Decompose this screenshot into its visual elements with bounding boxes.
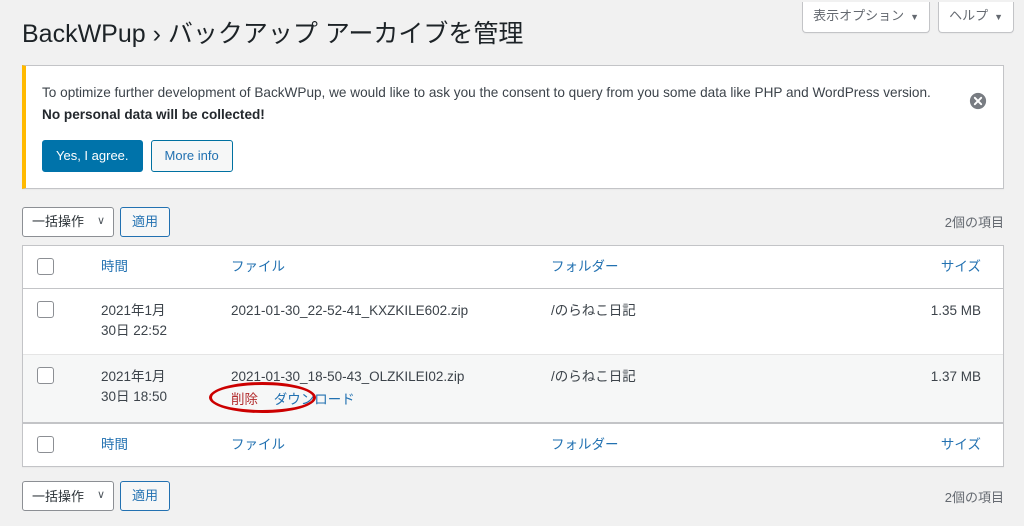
row-file-name: 2021-01-30_22-52-41_KXZKILE602.zip (231, 303, 469, 319)
bulk-action-select-wrap: 一括操作 ∨ (22, 481, 114, 512)
column-header-time[interactable]: 時間 (91, 246, 221, 290)
row-checkbox[interactable] (37, 301, 54, 319)
row-checkbox-cell (23, 289, 91, 355)
column-header-file[interactable]: ファイル (221, 246, 541, 290)
column-header-size[interactable]: サイズ (861, 246, 1003, 290)
row-time-line1: 2021年1月 (101, 303, 166, 319)
column-footer-file[interactable]: ファイル (221, 423, 541, 466)
help-button[interactable]: ヘルプ ▼ (938, 2, 1014, 34)
more-info-button[interactable]: More info (150, 140, 233, 172)
tablenav-bottom: 一括操作 ∨ 適用 2個の項目 (22, 481, 1004, 512)
select-all-checkbox-top[interactable] (37, 257, 54, 275)
notice-message: To optimize further development of BackW… (42, 82, 942, 127)
download-link[interactable]: ダウンロード (274, 392, 355, 407)
screen-meta-links: 表示オプション ▼ ヘルプ ▼ (802, 2, 1014, 34)
sort-link-time[interactable]: 時間 (101, 437, 128, 452)
help-label: ヘルプ (949, 8, 989, 23)
row-time-cell: 2021年1月 30日 22:52 (91, 289, 221, 355)
row-time-line1: 2021年1月 (101, 368, 166, 384)
chevron-down-icon: ▼ (910, 11, 920, 22)
sort-link-folder[interactable]: フォルダー (551, 437, 619, 452)
notice-message-emphasis: No personal data will be collected! (42, 106, 265, 122)
row-time-line2: 30日 18:50 (101, 388, 168, 404)
notice-actions: Yes, I agree. More info (42, 140, 989, 172)
row-time-cell: 2021年1月 30日 18:50 (91, 354, 221, 424)
chevron-down-icon: ▼ (994, 11, 1003, 22)
backup-archives-table: 時間 ファイル フォルダー サイズ 2021年1月 30日 22:52 2021… (22, 244, 1004, 468)
row-checkbox[interactable] (37, 366, 54, 384)
table-head: 時間 ファイル フォルダー サイズ (23, 246, 1003, 290)
apply-button-bottom[interactable]: 適用 (120, 481, 171, 512)
table-header-row: 時間 ファイル フォルダー サイズ (23, 246, 1003, 290)
row-folder-cell: /のらねこ日記 (541, 354, 861, 424)
bulk-actions-bottom: 一括操作 ∨ 適用 (22, 481, 171, 512)
column-footer-folder[interactable]: フォルダー (541, 423, 861, 466)
bulk-actions-top: 一括操作 ∨ 適用 (22, 206, 171, 237)
apply-button-top[interactable]: 適用 (120, 206, 171, 237)
consent-notice: To optimize further development of BackW… (22, 64, 1004, 189)
tablenav-top: 一括操作 ∨ 適用 2個の項目 (22, 206, 1004, 237)
agree-button[interactable]: Yes, I agree. (42, 140, 143, 172)
table-row: 2021年1月 30日 22:52 2021-01-30_22-52-41_KX… (23, 289, 1003, 355)
select-all-header (23, 246, 91, 290)
row-actions: 削除 ダウンロード (231, 390, 531, 410)
displaying-num-top: 2個の項目 (944, 215, 1004, 231)
row-file-cell: 2021-01-30_22-52-41_KXZKILE602.zip (221, 289, 541, 355)
sort-link-size[interactable]: サイズ (941, 437, 981, 452)
row-checkbox-cell (23, 354, 91, 424)
sort-link-file[interactable]: ファイル (231, 259, 285, 274)
displaying-num-bottom: 2個の項目 (944, 489, 1004, 505)
column-footer-size[interactable]: サイズ (861, 423, 1003, 466)
select-all-checkbox-bottom[interactable] (37, 436, 54, 454)
dismiss-circle-x-icon[interactable] (969, 92, 987, 110)
table-footer-row: 時間 ファイル フォルダー サイズ (23, 423, 1003, 466)
row-time-line2: 30日 22:52 (101, 323, 168, 339)
sort-link-file[interactable]: ファイル (231, 437, 285, 452)
row-size-cell: 1.35 MB (861, 289, 1003, 355)
column-footer-time[interactable]: 時間 (91, 423, 221, 466)
bulk-action-select-bottom[interactable]: 一括操作 (22, 481, 114, 512)
select-all-footer (23, 423, 91, 466)
row-folder-cell: /のらねこ日記 (541, 289, 861, 355)
sort-link-size[interactable]: サイズ (941, 259, 981, 274)
row-file-name: 2021-01-30_18-50-43_OLZKILEI02.zip (231, 368, 465, 384)
delete-link[interactable]: 削除 (231, 392, 258, 407)
bulk-action-select-top[interactable]: 一括操作 (22, 206, 114, 237)
table-body: 2021年1月 30日 22:52 2021-01-30_22-52-41_KX… (23, 289, 1003, 424)
column-header-folder[interactable]: フォルダー (541, 246, 861, 290)
table-row: 2021年1月 30日 18:50 2021-01-30_18-50-43_OL… (23, 354, 1003, 424)
notice-message-text: To optimize further development of BackW… (42, 84, 931, 100)
bulk-action-select-wrap: 一括操作 ∨ (22, 206, 114, 237)
screen-options-button[interactable]: 表示オプション ▼ (802, 2, 931, 34)
sort-link-time[interactable]: 時間 (101, 259, 128, 274)
sort-link-folder[interactable]: フォルダー (551, 259, 619, 274)
row-file-cell: 2021-01-30_18-50-43_OLZKILEI02.zip 削除 ダウ… (221, 354, 541, 424)
table-foot: 時間 ファイル フォルダー サイズ (23, 423, 1003, 466)
screen-options-label: 表示オプション (813, 8, 905, 23)
row-size-cell: 1.37 MB (861, 354, 1003, 424)
